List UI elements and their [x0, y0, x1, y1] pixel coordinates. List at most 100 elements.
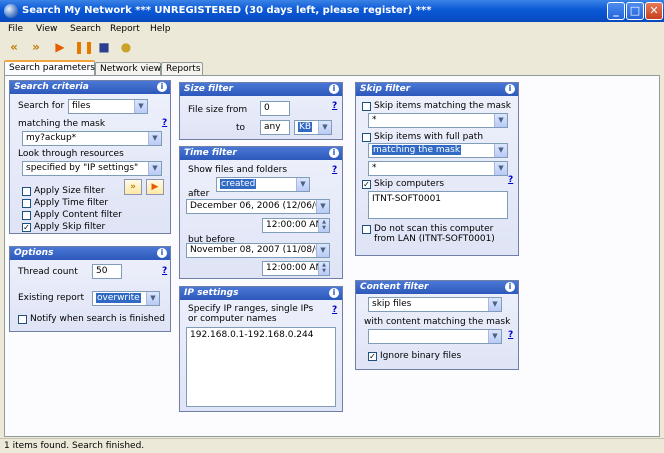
search-for-select[interactable]: files ▼: [68, 99, 148, 114]
thread-count-input[interactable]: 50: [92, 264, 122, 279]
fast-forward-icon[interactable]: »: [28, 39, 44, 55]
spin-arrows-icon[interactable]: ▲ ▼: [318, 262, 329, 275]
chevron-down-icon: ▼: [494, 144, 507, 157]
mask-help-link[interactable]: ?: [162, 118, 167, 128]
look-through-select[interactable]: specified by "IP settings" ▼: [22, 161, 162, 176]
chevron-down-icon: ▼: [296, 178, 309, 191]
size-from-input[interactable]: 0: [260, 101, 290, 116]
spin-arrows-icon[interactable]: ▲ ▼: [318, 219, 329, 232]
info-icon[interactable]: i: [157, 248, 167, 258]
mask-select[interactable]: my?ackup* ▼: [22, 131, 162, 146]
skip-computers-textarea[interactable]: ITNT-SOFT0001: [368, 191, 508, 219]
info-icon[interactable]: i: [157, 82, 167, 92]
skip-path-select[interactable]: * ▼: [368, 161, 508, 176]
toolbar: « » ▶ ❚❚ ■ ●: [0, 38, 664, 58]
time-filter-group: Time filter i Show files and folders ? cr…: [179, 146, 343, 279]
mask-label: matching the mask: [18, 119, 106, 129]
after-date-picker[interactable]: December 06, 2006 (12/06/06) ▼: [186, 199, 330, 214]
show-files-label: Show files and folders: [188, 165, 288, 175]
after-label: after: [188, 189, 210, 199]
content-mode-select[interactable]: skip files ▼: [368, 297, 502, 312]
after-date-value: December 06, 2006 (12/06/06): [190, 201, 330, 211]
skip-mask-checkbox[interactable]: [362, 102, 371, 111]
chevron-down-icon: ▼: [488, 298, 501, 311]
skip-path-checkbox[interactable]: [362, 133, 371, 142]
ignore-binary-checkbox[interactable]: ✓: [368, 352, 377, 361]
search-for-value: files: [72, 101, 91, 111]
pause-icon[interactable]: ❚❚: [74, 39, 94, 55]
options-group: Options i Thread count 50 ? Existing repo…: [9, 246, 171, 332]
chevron-down-icon: ▼: [134, 100, 147, 113]
skip-mask-select[interactable]: * ▼: [368, 113, 508, 128]
info-icon[interactable]: i: [329, 84, 339, 94]
apply-size-filter-label: Apply Size filter: [34, 186, 105, 196]
minimize-button[interactable]: _: [607, 2, 625, 20]
time-mode-select[interactable]: created ▼: [216, 177, 310, 192]
thread-count-label: Thread count: [18, 267, 78, 277]
time-help-link[interactable]: ?: [332, 165, 337, 175]
skip-mask-label: Skip items matching the mask: [374, 101, 511, 111]
info-icon[interactable]: i: [329, 148, 339, 158]
fast-forward-icon[interactable]: »: [124, 179, 142, 195]
existing-report-select[interactable]: overwrite ▼: [92, 291, 160, 306]
notify-checkbox[interactable]: [18, 315, 27, 324]
apply-skip-filter-label: Apply Skip filter: [34, 222, 106, 232]
ip-ranges-textarea[interactable]: 192.168.0.1-192.168.0.244: [186, 327, 336, 407]
size-to-label: to: [236, 123, 246, 133]
gear-icon[interactable]: ●: [118, 39, 134, 55]
ip-settings-group: IP settings i Specify IP ranges, single I…: [179, 286, 343, 412]
before-date-picker[interactable]: November 08, 2007 (11/08/07) ▼: [186, 243, 330, 258]
skip-filter-group: Skip filter i Skip items matching the mas…: [355, 82, 519, 256]
close-button[interactable]: ✕: [645, 2, 663, 20]
size-help-link[interactable]: ?: [332, 101, 337, 111]
chevron-down-icon: ▼: [146, 292, 159, 305]
size-filter-group: Size filter i File size from 0 ? to any K…: [179, 82, 343, 140]
chevron-down-icon: ▼: [318, 121, 331, 134]
skip-path-mode-value: matching the mask: [372, 145, 462, 155]
size-to-input[interactable]: any: [260, 120, 290, 135]
menu-help[interactable]: Help: [150, 24, 171, 34]
apply-content-filter-checkbox[interactable]: [22, 211, 31, 220]
after-time-input[interactable]: 12:00:00 AM ▲ ▼: [262, 218, 330, 233]
content-mask-select[interactable]: ▼: [368, 329, 502, 344]
menu-view[interactable]: View: [36, 24, 57, 34]
chevron-down-icon: ▼: [494, 162, 507, 175]
menu-report[interactable]: Report: [110, 24, 140, 34]
existing-report-value: overwrite: [96, 293, 141, 303]
size-unit-select[interactable]: KB ▼: [294, 120, 332, 135]
menu-search[interactable]: Search: [70, 24, 101, 34]
rewind-icon[interactable]: «: [6, 39, 22, 55]
options-help-link[interactable]: ?: [162, 266, 167, 276]
options-title: Options: [14, 248, 54, 258]
before-time-input[interactable]: 12:00:00 AM ▲ ▼: [262, 261, 330, 276]
content-filter-title: Content filter: [360, 282, 429, 292]
info-icon[interactable]: i: [505, 282, 515, 292]
skip-mask-value: *: [372, 115, 377, 125]
tab-reports[interactable]: Reports: [161, 62, 203, 76]
apply-size-filter-checkbox[interactable]: [22, 187, 31, 196]
tab-search-parameters[interactable]: Search parameters: [4, 60, 95, 76]
stop-icon[interactable]: ■: [96, 39, 112, 55]
skip-path-mode-select[interactable]: matching the mask ▼: [368, 143, 508, 158]
apply-skip-filter-checkbox[interactable]: ✓: [22, 223, 31, 232]
no-scan-label: Do not scan this computer from LAN (ITNT…: [374, 224, 495, 244]
status-bar: 1 items found. Search finished.: [0, 438, 664, 453]
maximize-button[interactable]: □: [626, 2, 644, 20]
skip-help-link[interactable]: ?: [508, 175, 513, 185]
tab-network-view[interactable]: Network view: [95, 62, 161, 76]
play-icon[interactable]: ▶: [52, 39, 68, 55]
play-icon[interactable]: ▶: [146, 179, 164, 195]
apply-time-filter-checkbox[interactable]: [22, 199, 31, 208]
chevron-down-icon: ▼: [316, 200, 329, 213]
skip-computers-checkbox[interactable]: ✓: [362, 180, 371, 189]
skip-path-value: *: [372, 163, 377, 173]
content-help-link[interactable]: ?: [508, 330, 513, 340]
ip-help-link[interactable]: ?: [332, 305, 337, 315]
info-icon[interactable]: i: [329, 288, 339, 298]
search-criteria-title: Search criteria: [14, 82, 89, 92]
time-filter-title: Time filter: [184, 148, 237, 158]
app-window: Search My Network *** UNREGISTERED (30 d…: [0, 0, 664, 453]
no-scan-checkbox[interactable]: [362, 225, 371, 234]
info-icon[interactable]: i: [505, 84, 515, 94]
menu-file[interactable]: File: [8, 24, 23, 34]
